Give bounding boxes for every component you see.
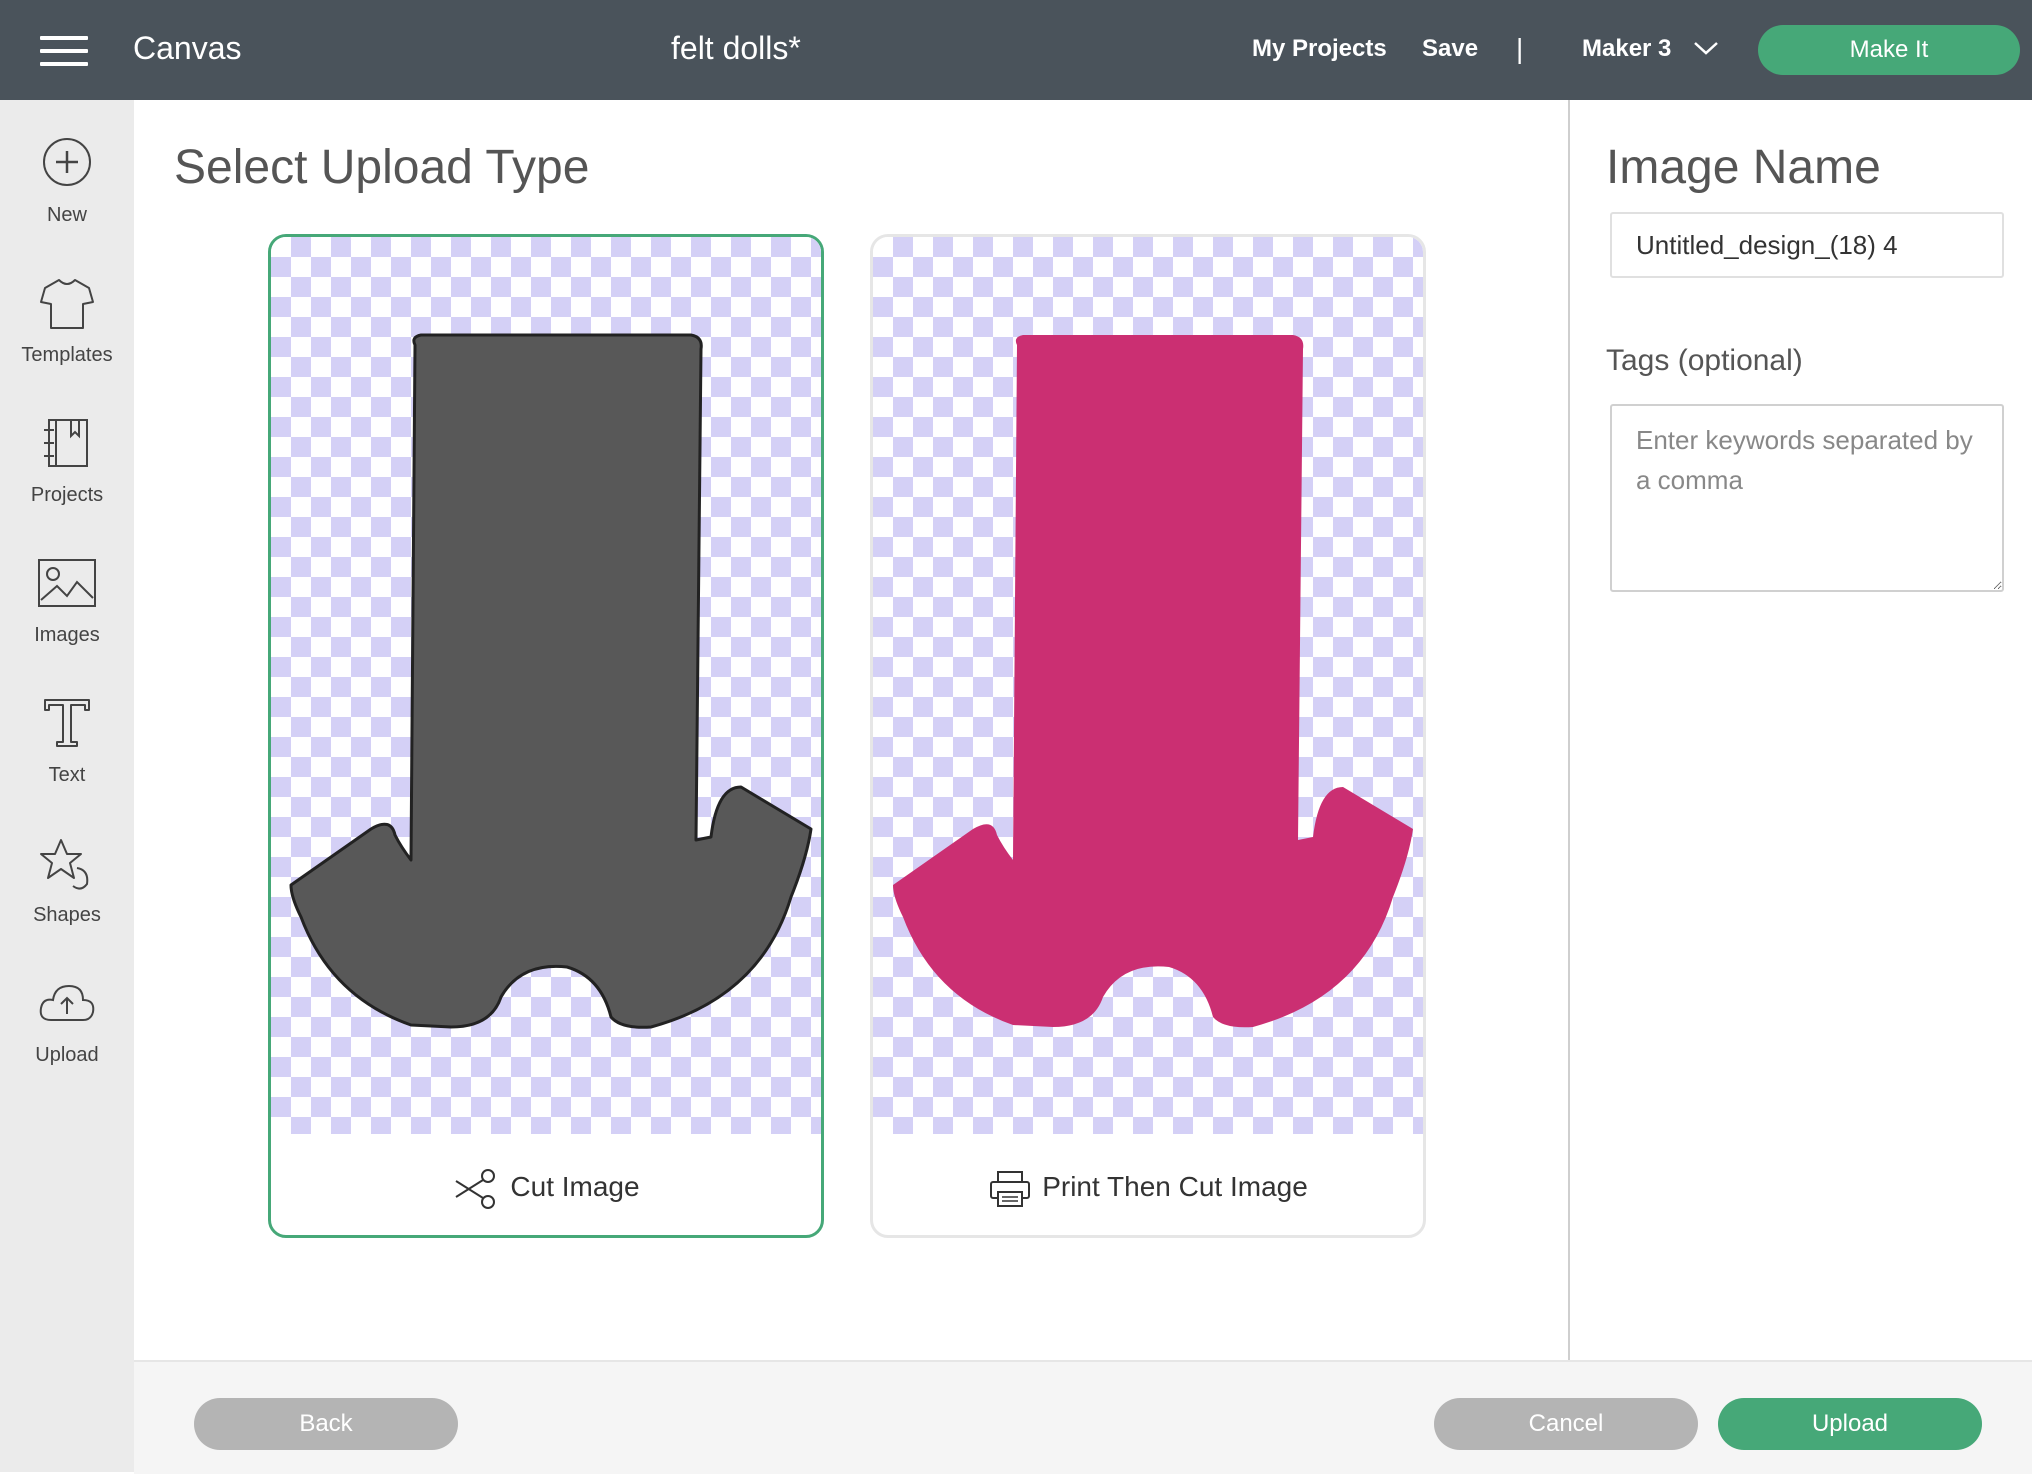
app-title: Canvas <box>133 30 242 66</box>
upload-type-panel: Select Upload Type Cut Image Print Then … <box>134 100 1568 1360</box>
sidebar-item-label: Upload <box>35 1044 99 1066</box>
save-link[interactable]: Save <box>1422 35 1478 63</box>
printer-icon <box>990 1170 1031 1207</box>
left-sidebar: New Templates Projects Images Text Shape… <box>0 100 134 1472</box>
sidebar-item-templates[interactable]: Templates <box>0 276 134 396</box>
image-name-heading: Image Name <box>1606 141 1881 194</box>
sidebar-item-shapes[interactable]: Shapes <box>0 836 134 956</box>
cut-image-option[interactable]: Cut Image <box>268 234 824 1238</box>
upload-button[interactable]: Upload <box>1718 1398 1982 1450</box>
top-header: Canvas felt dolls* My Projects Save | Ma… <box>0 0 2032 100</box>
tags-input[interactable] <box>1610 404 2004 592</box>
tags-label: Tags (optional) <box>1606 344 1803 377</box>
notebook-icon <box>44 419 88 467</box>
cut-image-text: Cut Image <box>510 1171 640 1202</box>
back-button[interactable]: Back <box>194 1398 458 1450</box>
sidebar-item-text[interactable]: Text <box>0 696 134 816</box>
sidebar-item-images[interactable]: Images <box>0 556 134 676</box>
sidebar-item-label: Images <box>34 624 100 646</box>
sidebar-item-label: Projects <box>30 484 104 506</box>
sidebar-item-projects[interactable]: Projects <box>0 416 134 536</box>
chevron-down-icon[interactable] <box>1692 38 1720 58</box>
tshirt-icon <box>40 279 94 329</box>
image-details-panel: Image Name Tags (optional) <box>1568 100 2032 1360</box>
sidebar-item-label: Text <box>48 764 86 786</box>
sidebar-item-new[interactable]: New <box>0 136 134 256</box>
print-then-cut-label: Print Then Cut Image <box>873 1157 1423 1217</box>
image-icon <box>38 559 96 607</box>
sidebar-item-label: Shapes <box>33 904 101 926</box>
make-it-button[interactable]: Make It <box>1758 25 2020 75</box>
print-then-cut-text: Print Then Cut Image <box>1042 1171 1308 1202</box>
scissors-icon <box>455 1168 496 1209</box>
my-projects-link[interactable]: My Projects <box>1252 35 1387 63</box>
shapes-icon <box>40 839 89 890</box>
cut-image-label: Cut Image <box>271 1157 821 1217</box>
cloud-upload-icon <box>39 984 95 1021</box>
print-then-cut-preview <box>893 335 1413 1028</box>
header-separator: | <box>1516 33 1524 64</box>
text-t-icon <box>44 699 90 747</box>
cancel-button[interactable]: Cancel <box>1434 1398 1698 1450</box>
project-title: felt dolls* <box>671 30 801 66</box>
footer-bar: Back Cancel Upload <box>134 1360 2032 1474</box>
machine-selector[interactable]: Maker 3 <box>1582 35 1671 63</box>
sidebar-item-upload[interactable]: Upload <box>0 976 134 1096</box>
plus-circle-icon <box>43 138 91 186</box>
page-title: Select Upload Type <box>174 141 590 194</box>
cut-image-preview <box>289 333 813 1029</box>
image-name-input[interactable] <box>1610 212 2004 278</box>
sidebar-item-label: New <box>46 204 87 226</box>
hamburger-menu-icon[interactable] <box>40 36 88 66</box>
print-then-cut-option[interactable]: Print Then Cut Image <box>870 234 1426 1238</box>
sidebar-item-label: Templates <box>21 344 113 366</box>
